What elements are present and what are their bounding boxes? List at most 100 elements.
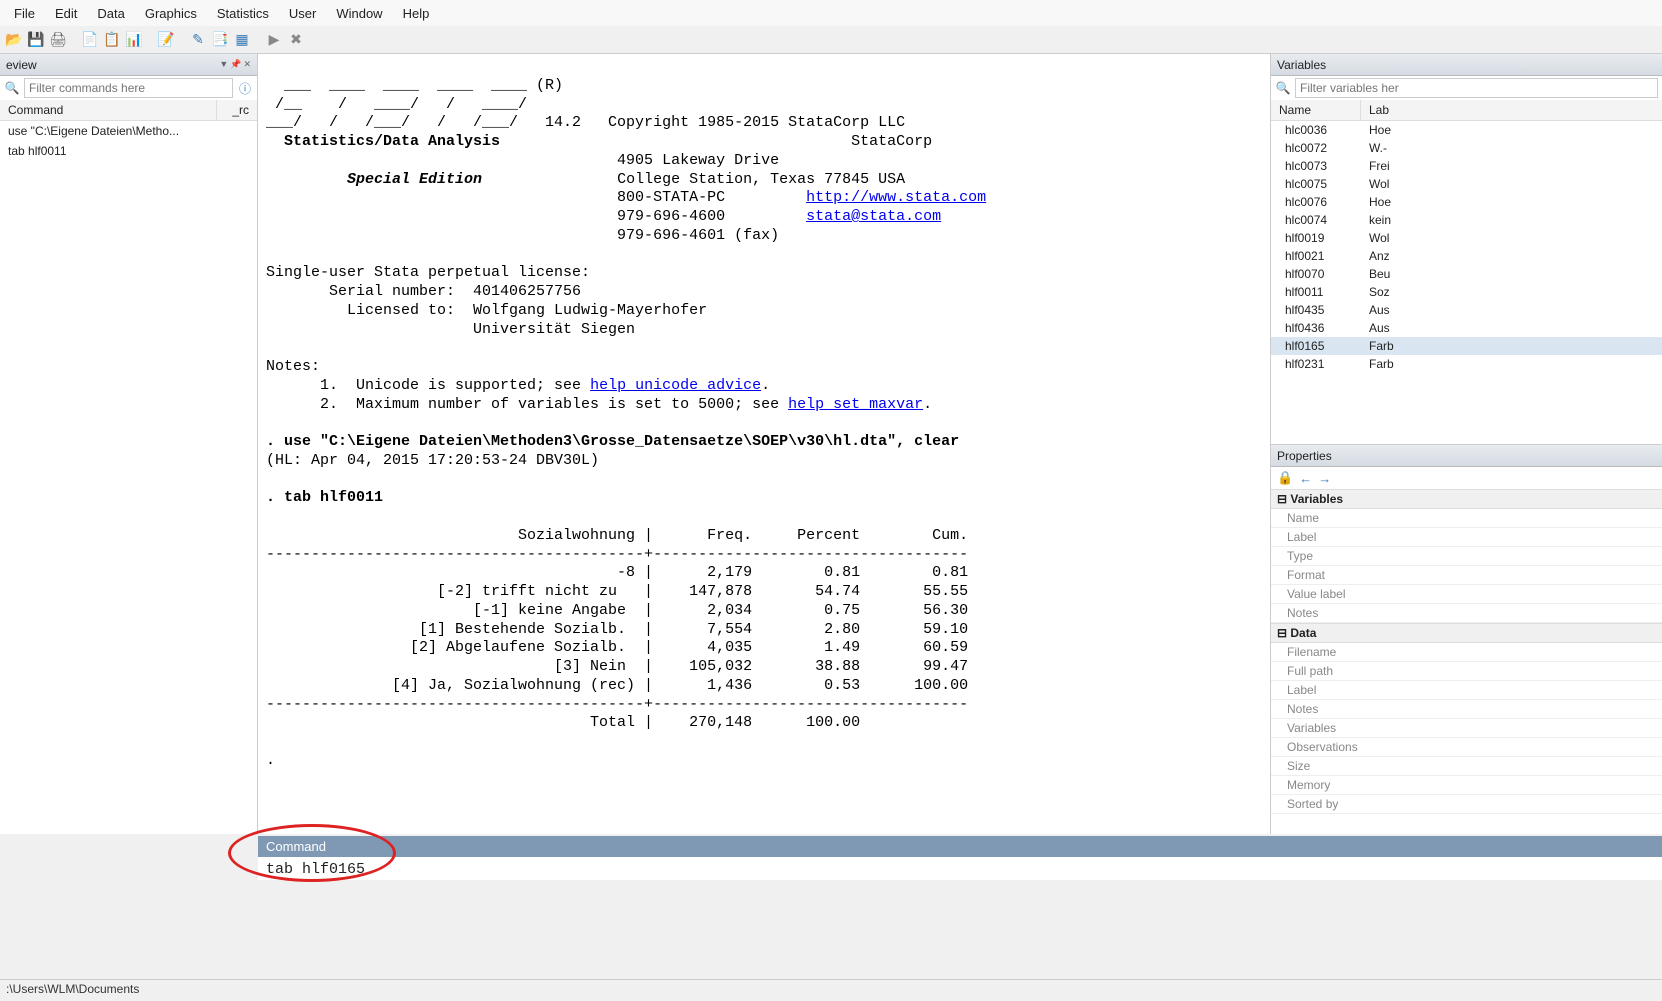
review-filter-input[interactable] [24, 78, 233, 98]
log-icon[interactable]: 📄 [80, 30, 100, 50]
save-icon[interactable]: 💾 [26, 30, 46, 50]
data-browser-icon[interactable]: 📑 [210, 30, 230, 50]
variables-mgr-icon[interactable]: ▦ [232, 30, 252, 50]
variables-filter-input[interactable] [1295, 78, 1658, 98]
variable-row[interactable]: hlc0072W.- [1271, 139, 1662, 157]
arrow-right-icon[interactable]: → [1318, 471, 1331, 486]
note1-pre: 1. Unicode is supported; see [266, 377, 590, 394]
review-header: eview ▼ 📌 ✕ [0, 54, 257, 76]
tab-total: Total | 270,148 100.00 [266, 714, 860, 731]
license-block: Single-user Stata perpetual license: Ser… [266, 264, 707, 337]
property-row[interactable]: Filename [1271, 643, 1662, 662]
var-header-label[interactable]: Lab [1361, 100, 1662, 120]
lock-icon[interactable]: 🔒 [1277, 470, 1293, 486]
variable-row[interactable]: hlf0436Aus [1271, 319, 1662, 337]
review-item[interactable]: use "C:\Eigene Dateien\Metho... [0, 121, 257, 141]
more-icon[interactable]: ▶ [264, 30, 284, 50]
notes-label: Notes: [266, 358, 320, 375]
arrow-left-icon[interactable]: ← [1299, 471, 1312, 486]
variable-row[interactable]: hlf0011Soz [1271, 283, 1662, 301]
property-row[interactable]: Notes [1271, 700, 1662, 719]
data-editor-icon[interactable]: ✎ [188, 30, 208, 50]
menu-data[interactable]: Data [87, 2, 134, 25]
tab-row: [1] Bestehende Sozialb. | 7,554 2.80 59.… [266, 621, 968, 638]
phone-line: 800-STATA-PC [266, 189, 806, 206]
menu-help[interactable]: Help [393, 2, 440, 25]
close-icon[interactable]: ✕ [243, 59, 251, 70]
cmd1-sub: (HL: Apr 04, 2015 17:20:53-24 DBV30L) [266, 452, 599, 469]
special-edition: Special Edition [266, 171, 482, 188]
variable-row[interactable]: hlf0019Wol [1271, 229, 1662, 247]
variable-row[interactable]: hlc0076Hoe [1271, 193, 1662, 211]
menu-user[interactable]: User [279, 2, 326, 25]
command-bar: Command tab hlf0165 [258, 836, 1662, 880]
menu-statistics[interactable]: Statistics [207, 2, 279, 25]
var-header-name[interactable]: Name [1271, 100, 1361, 120]
variable-row[interactable]: hlf0435Aus [1271, 301, 1662, 319]
stata-url[interactable]: http://www.stata.com [806, 189, 986, 206]
variable-row[interactable]: hlf0070Beu [1271, 265, 1662, 283]
break-icon[interactable]: ✖ [286, 30, 306, 50]
graph-icon[interactable]: 📊 [124, 30, 144, 50]
main-area: eview ▼ 📌 ✕ 🔍 ⓘ Command _rc use "C:\Eige… [0, 54, 1662, 834]
property-row[interactable]: Label [1271, 681, 1662, 700]
cmd1-line: . use "C:\Eigene Dateien\Methoden3\Gross… [266, 433, 959, 450]
results-panel[interactable]: ___ ____ ____ ____ ____ (R) /__ / ____/ … [258, 54, 1270, 834]
variable-row[interactable]: hlc0075Wol [1271, 175, 1662, 193]
property-row[interactable]: Notes [1271, 604, 1662, 623]
menu-edit[interactable]: Edit [45, 2, 87, 25]
stata-email[interactable]: stata@stata.com [806, 208, 941, 225]
tab-row: [3] Nein | 105,032 38.88 99.47 [266, 658, 968, 675]
results-heading: Statistics/Data Analysis [266, 133, 500, 150]
menu-window[interactable]: Window [326, 2, 392, 25]
tab-rule2: ----------------------------------------… [266, 696, 968, 713]
review-panel: eview ▼ 📌 ✕ 🔍 ⓘ Command _rc use "C:\Eige… [0, 54, 258, 834]
review-item[interactable]: tab hlf0011 [0, 141, 257, 161]
variables-list: hlc0036Hoehlc0072W.-hlc0073Freihlc0075Wo… [1271, 121, 1662, 444]
property-row[interactable]: Type [1271, 547, 1662, 566]
fax-line: 979-696-4601 (fax) [266, 227, 779, 244]
property-row[interactable]: Format [1271, 566, 1662, 585]
variable-row[interactable]: hlc0036Hoe [1271, 121, 1662, 139]
dropdown-icon[interactable]: ▼ [219, 59, 228, 70]
property-row[interactable]: Label [1271, 528, 1662, 547]
help-maxvar-link[interactable]: help set_maxvar [788, 396, 923, 413]
review-header-rc[interactable]: _rc [217, 100, 257, 120]
props-group-data[interactable]: ⊟ Data [1271, 623, 1662, 643]
toolbar: 📂 💾 🖨 📄 📋 📊 📝 ✎ 📑 ▦ ▶ ✖ [0, 26, 1662, 54]
help-unicode-link[interactable]: help unicode_advice [590, 377, 761, 394]
variables-list-header: Name Lab [1271, 100, 1662, 121]
command-input[interactable]: tab hlf0165 [258, 857, 1662, 882]
note2-pre: 2. Maximum number of variables is set to… [266, 396, 788, 413]
tab-row: [-2] trifft nicht zu | 147,878 54.74 55.… [266, 583, 968, 600]
do-editor-icon[interactable]: 📝 [156, 30, 176, 50]
variable-row[interactable]: hlc0073Frei [1271, 157, 1662, 175]
variable-row[interactable]: hlf0231Farb [1271, 355, 1662, 373]
properties-panel: Properties 🔒 ← → ⊟ Variables NameLabelTy… [1270, 444, 1662, 834]
property-row[interactable]: Full path [1271, 662, 1662, 681]
props-group-variables[interactable]: ⊟ Variables [1271, 489, 1662, 509]
phone2-line: 979-696-4600 [266, 208, 806, 225]
variable-row[interactable]: hlc0074kein [1271, 211, 1662, 229]
status-bar: :\Users\WLM\Documents [0, 979, 1662, 1001]
review-header-cmd[interactable]: Command [0, 100, 217, 120]
property-row[interactable]: Sorted by [1271, 795, 1662, 814]
menu-file[interactable]: File [4, 2, 45, 25]
viewer-icon[interactable]: 📋 [102, 30, 122, 50]
tab-row: [2] Abgelaufene Sozialb. | 4,035 1.49 60… [266, 639, 968, 656]
property-row[interactable]: Memory [1271, 776, 1662, 795]
menu-graphics[interactable]: Graphics [135, 2, 207, 25]
property-row[interactable]: Size [1271, 757, 1662, 776]
variable-row[interactable]: hlf0021Anz [1271, 247, 1662, 265]
properties-header: Properties [1271, 445, 1662, 467]
property-row[interactable]: Observations [1271, 738, 1662, 757]
variable-row[interactable]: hlf0165Farb [1271, 337, 1662, 355]
property-row[interactable]: Name [1271, 509, 1662, 528]
info-icon[interactable]: ⓘ [237, 80, 253, 96]
property-row[interactable]: Variables [1271, 719, 1662, 738]
pin-icon[interactable]: 📌 [230, 59, 241, 70]
property-row[interactable]: Value label [1271, 585, 1662, 604]
print-icon[interactable]: 🖨 [48, 30, 68, 50]
tab-rule1: ----------------------------------------… [266, 546, 968, 563]
open-icon[interactable]: 📂 [4, 30, 24, 50]
